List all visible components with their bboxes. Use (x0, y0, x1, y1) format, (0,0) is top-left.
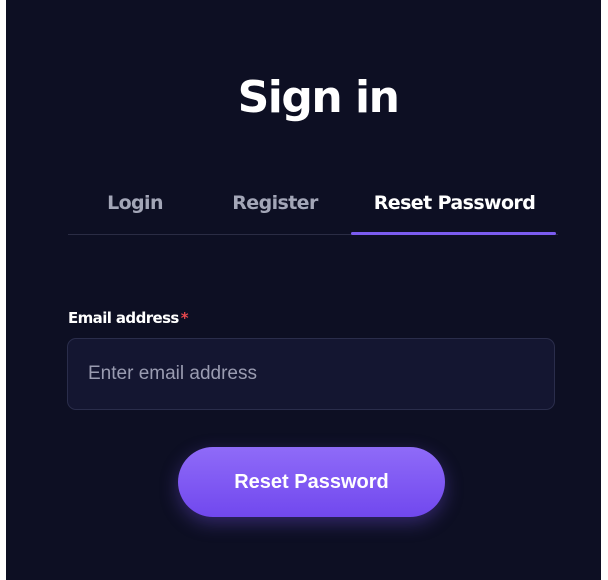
active-tab-indicator (351, 232, 556, 235)
email-label-text: Email address (68, 309, 179, 327)
tab-register[interactable]: Register (202, 172, 348, 234)
email-input[interactable] (67, 338, 555, 410)
reset-password-button[interactable]: Reset Password (178, 447, 445, 517)
auth-panel: Sign in Login Register Reset Password Em… (6, 0, 601, 580)
required-marker: * (180, 309, 189, 327)
tab-login[interactable]: Login (68, 172, 202, 234)
tab-reset-password[interactable]: Reset Password (351, 172, 558, 234)
page-title: Sign in (237, 72, 400, 123)
email-label: Email address * (68, 307, 189, 329)
auth-tabs: Login Register Reset Password (68, 172, 558, 235)
